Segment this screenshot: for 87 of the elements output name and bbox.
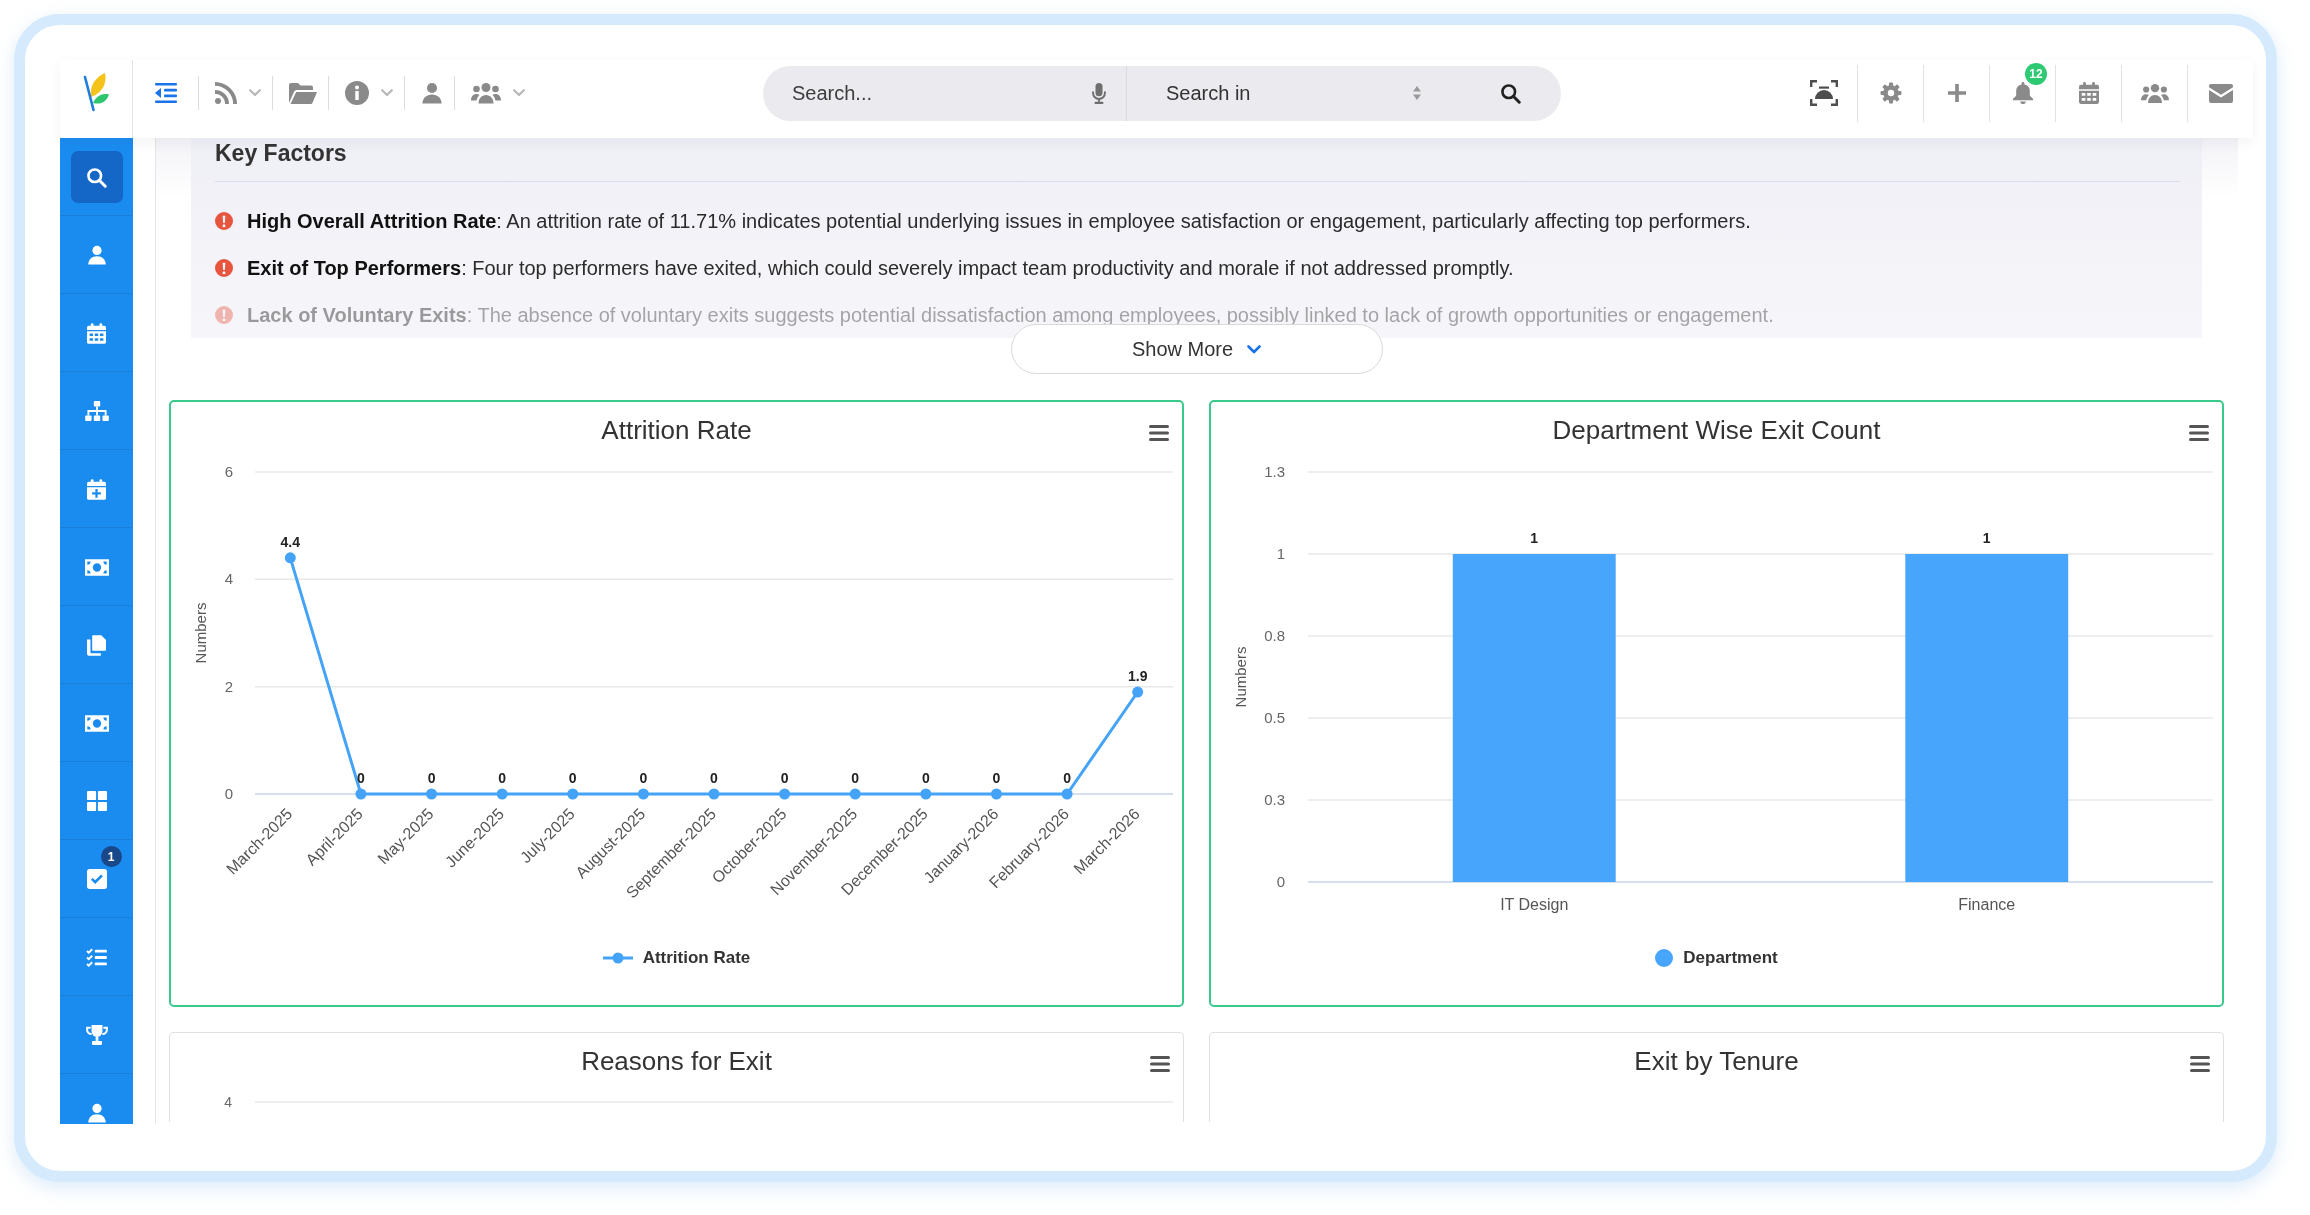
menu-icon[interactable] [1150, 1056, 1170, 1072]
data-label: 1.9 [1127, 668, 1148, 685]
banknote-icon [84, 558, 109, 576]
alert-icon [215, 306, 233, 324]
user-icon [86, 245, 107, 265]
axis-title: Numbers [192, 602, 209, 664]
logo [82, 72, 110, 112]
axis-label: Finance [1958, 896, 2016, 913]
alert-icon [215, 259, 233, 277]
data-label: 0 [710, 770, 718, 786]
data-label: 0 [1063, 770, 1071, 786]
user-icon [421, 81, 443, 105]
caret-icon [381, 89, 393, 97]
factor-text: High Overall Attrition Rate: An attrition rate of 11.71% indicates potential underlying issues in employee satisfaction or engagement, particularly affecting top performers. [247, 209, 1751, 233]
plus-icon [1947, 84, 1966, 102]
axis-tick-label: 0 [1276, 873, 1285, 890]
chevron-down-icon [1247, 344, 1262, 354]
axis-tick-label: 2 [224, 677, 233, 695]
alert-icon [215, 212, 233, 230]
caret-icon [513, 89, 525, 97]
axis-tick-label: 1 [1276, 545, 1285, 562]
chart-title: Reasons for Exit [581, 1045, 772, 1077]
users-icon [2140, 82, 2169, 104]
data-label: 0 [357, 770, 365, 786]
axis-tick-label: 0.8 [1264, 627, 1285, 644]
rss-icon [215, 82, 237, 104]
axis-tick-label: 4 [224, 1094, 232, 1110]
menu-icon[interactable] [2189, 425, 2209, 441]
chart-title: Department Wise Exit Count [1552, 414, 1881, 446]
legend-label: Department [1683, 948, 1778, 968]
checklist-icon [86, 947, 107, 967]
scan-icon [1810, 80, 1838, 106]
users-icon [471, 82, 501, 104]
axis-tick-label: 1.3 [1264, 463, 1285, 480]
folder-icon [289, 82, 317, 104]
legend-label: Attrition Rate [642, 948, 751, 968]
chart-title: Exit by Tenure [1634, 1045, 1799, 1077]
menu-icon[interactable] [2190, 1056, 2210, 1072]
calendar-icon [87, 322, 106, 344]
search-icon [86, 166, 107, 188]
count-badge: 1 [100, 846, 122, 867]
axis-tick-label: 0.5 [1264, 709, 1285, 726]
outdent-icon [155, 83, 177, 103]
search-icon [1500, 82, 1521, 104]
calendar-icon [2078, 82, 2099, 104]
axis-label: IT Design [1500, 896, 1569, 913]
data-label: 0 [639, 770, 648, 786]
chart-title: Attrition Rate [601, 414, 752, 446]
data-label: 0 [921, 770, 930, 786]
checkbox-icon [86, 869, 107, 889]
sidebar-item[interactable] [70, 151, 123, 203]
sitemap-icon [84, 401, 109, 421]
caret-icon [249, 89, 261, 97]
microphone-icon [1092, 82, 1106, 104]
search-field[interactable]: Search... [792, 78, 1092, 108]
sort-icon [1413, 86, 1421, 100]
menu-icon[interactable] [1149, 425, 1169, 441]
data-label: 0 [427, 770, 436, 786]
copy-icon [87, 634, 106, 656]
settings-icon [1879, 82, 1902, 104]
trophy-icon [85, 1025, 108, 1045]
axis-title: Numbers [1232, 646, 1249, 708]
data-label: 0 [568, 770, 577, 786]
data-label: 1 [1982, 530, 1991, 546]
axis-tick-label: 4 [224, 570, 233, 588]
calendar-plus-icon [87, 478, 106, 500]
data-label: 0 [992, 770, 1001, 786]
user-icon [86, 1103, 107, 1123]
panel-title: Key Factors [215, 140, 347, 166]
data-label: 0 [498, 770, 507, 786]
notification-badge: 12 [2025, 62, 2047, 85]
envelope-icon [2208, 83, 2233, 103]
bell-icon [2012, 81, 2033, 105]
axis-tick-label: 0.3 [1264, 791, 1285, 808]
axis-tick-label: 0 [224, 785, 233, 802]
show-more-button[interactable]: Show More [1010, 324, 1383, 374]
data-label: 0 [851, 770, 860, 786]
factor-text: Exit of Top Performers: Four top performers have exited, which could severely impact team productivity and morale if not addressed promptly. [247, 256, 1514, 280]
data-label: 0 [780, 770, 789, 786]
axis-tick-label: 6 [224, 463, 233, 480]
banknote-icon [84, 714, 109, 732]
data-label: 1 [1530, 530, 1539, 546]
factor-text: Lack of Voluntary Exits: The absence of voluntary exits suggests potential dissatisfaction among employees, possibly linked to lack of growth opportunities or engagement. [247, 303, 1774, 327]
scope-select[interactable]: Search in [1127, 65, 1439, 121]
info-icon [345, 81, 369, 105]
data-label: 4.4 [280, 533, 301, 550]
grid-icon [86, 791, 107, 811]
